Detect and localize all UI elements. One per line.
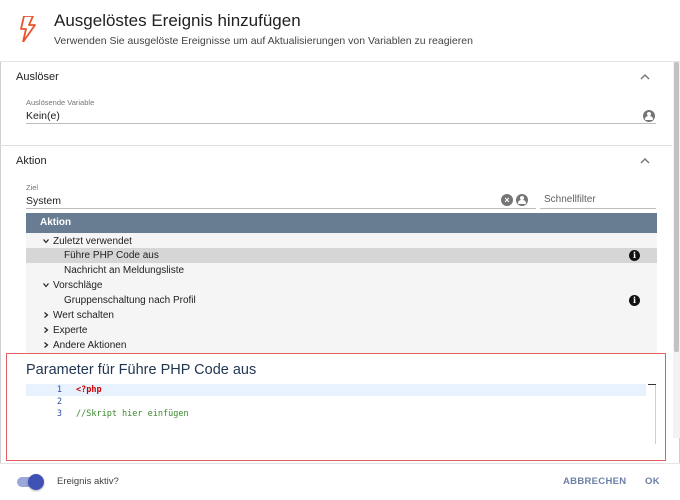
event-active-label: Ereignis aktiv? bbox=[57, 476, 119, 487]
tree-group-other[interactable]: Andere Aktionen bbox=[26, 338, 657, 353]
tree-group-expert[interactable]: Experte bbox=[26, 323, 657, 338]
editor-marker bbox=[648, 384, 656, 385]
code-editor[interactable]: 1 <?php 2 3 //Skript hier einfügen bbox=[26, 384, 656, 444]
tree-item-label: Experte bbox=[53, 325, 88, 336]
chevron-down-icon[interactable] bbox=[43, 282, 49, 288]
chevron-up-icon[interactable] bbox=[640, 73, 650, 80]
section-label-trigger: Auslöser bbox=[16, 71, 59, 83]
quick-filter-underline bbox=[540, 208, 656, 209]
dialog-footer: Ereignis aktiv? ABBRECHEN OK bbox=[0, 463, 680, 500]
section-header-trigger[interactable]: Auslöser bbox=[0, 62, 672, 92]
vertical-scrollbar[interactable] bbox=[673, 62, 680, 438]
chevron-right-icon[interactable] bbox=[43, 327, 49, 333]
line-number: 2 bbox=[56, 397, 62, 407]
tree-item-run-php[interactable]: Führe PHP Code aus i bbox=[26, 248, 657, 263]
code-text[interactable]: //Skript hier einfügen bbox=[76, 408, 189, 420]
trigger-variable-label: Auslösende Variable bbox=[26, 98, 95, 107]
tree-group-suggestions[interactable]: Vorschläge bbox=[26, 278, 657, 293]
line-number: 3 bbox=[56, 409, 62, 419]
info-icon[interactable]: i bbox=[629, 250, 640, 261]
tree-item-label: Andere Aktionen bbox=[53, 340, 127, 351]
target-value[interactable]: System bbox=[26, 193, 536, 209]
dialog-header: Ausgelöstes Ereignis hinzufügen Verwende… bbox=[0, 0, 680, 62]
tree-item-label: Vorschläge bbox=[53, 280, 103, 291]
action-tree: Aktion Zuletzt verwendet Führe PHP Code … bbox=[26, 213, 657, 353]
tree-item-message[interactable]: Nachricht an Meldungsliste bbox=[26, 263, 657, 278]
user-info-icon[interactable] bbox=[643, 110, 655, 122]
quick-filter-input[interactable]: Schnellfilter bbox=[544, 194, 596, 205]
dialog-title: Ausgelöstes Ereignis hinzufügen bbox=[54, 11, 301, 30]
code-line[interactable]: 3 //Skript hier einfügen bbox=[26, 408, 646, 420]
tree-item-group-switch[interactable]: Gruppenschaltung nach Profil i bbox=[26, 293, 657, 308]
target-label: Ziel bbox=[26, 183, 39, 192]
scrollbar-thumb[interactable] bbox=[674, 62, 679, 352]
tree-header: Aktion bbox=[26, 213, 657, 233]
tree-item-label: Zuletzt verwendet bbox=[53, 236, 132, 247]
user-info-icon[interactable] bbox=[516, 194, 528, 206]
tree-item-label: Nachricht an Meldungsliste bbox=[64, 265, 185, 276]
code-text[interactable]: <?php bbox=[76, 384, 102, 396]
clear-icon[interactable]: × bbox=[501, 194, 513, 206]
chevron-right-icon[interactable] bbox=[43, 312, 49, 318]
chevron-right-icon[interactable] bbox=[43, 342, 49, 348]
line-number: 1 bbox=[56, 385, 62, 395]
section-header-action[interactable]: Aktion bbox=[0, 146, 672, 176]
lightning-bolt-icon bbox=[20, 16, 36, 42]
parameter-title: Parameter für Führe PHP Code aus bbox=[26, 362, 257, 378]
trigger-variable-value[interactable]: Kein(e) bbox=[26, 108, 656, 124]
trigger-variable-field[interactable]: Auslösende Variable Kein(e) bbox=[26, 98, 656, 124]
tree-group-switch-value[interactable]: Wert schalten bbox=[26, 308, 657, 323]
tree-item-label: Führe PHP Code aus bbox=[64, 250, 159, 261]
code-line[interactable]: 2 bbox=[26, 396, 646, 408]
section-label-action: Aktion bbox=[16, 155, 47, 167]
editor-scroll-edge bbox=[655, 384, 656, 444]
cancel-button[interactable]: ABBRECHEN bbox=[563, 476, 626, 487]
info-icon[interactable]: i bbox=[629, 295, 640, 306]
ok-button[interactable]: OK bbox=[645, 476, 660, 487]
target-field[interactable]: Ziel System bbox=[26, 183, 536, 209]
toggle-knob[interactable] bbox=[28, 474, 44, 490]
tree-item-label: Wert schalten bbox=[53, 310, 114, 321]
tree-group-recent[interactable]: Zuletzt verwendet bbox=[26, 234, 657, 249]
event-active-toggle[interactable] bbox=[17, 474, 44, 490]
chevron-up-icon[interactable] bbox=[640, 157, 650, 164]
chevron-down-icon[interactable] bbox=[43, 238, 49, 244]
parameter-panel: Parameter für Führe PHP Code aus 1 <?php… bbox=[6, 353, 666, 461]
tree-item-label: Gruppenschaltung nach Profil bbox=[64, 295, 196, 306]
code-line[interactable]: 1 <?php bbox=[26, 384, 646, 396]
dialog-subtitle: Verwenden Sie ausgelöste Ereignisse um a… bbox=[54, 35, 473, 47]
